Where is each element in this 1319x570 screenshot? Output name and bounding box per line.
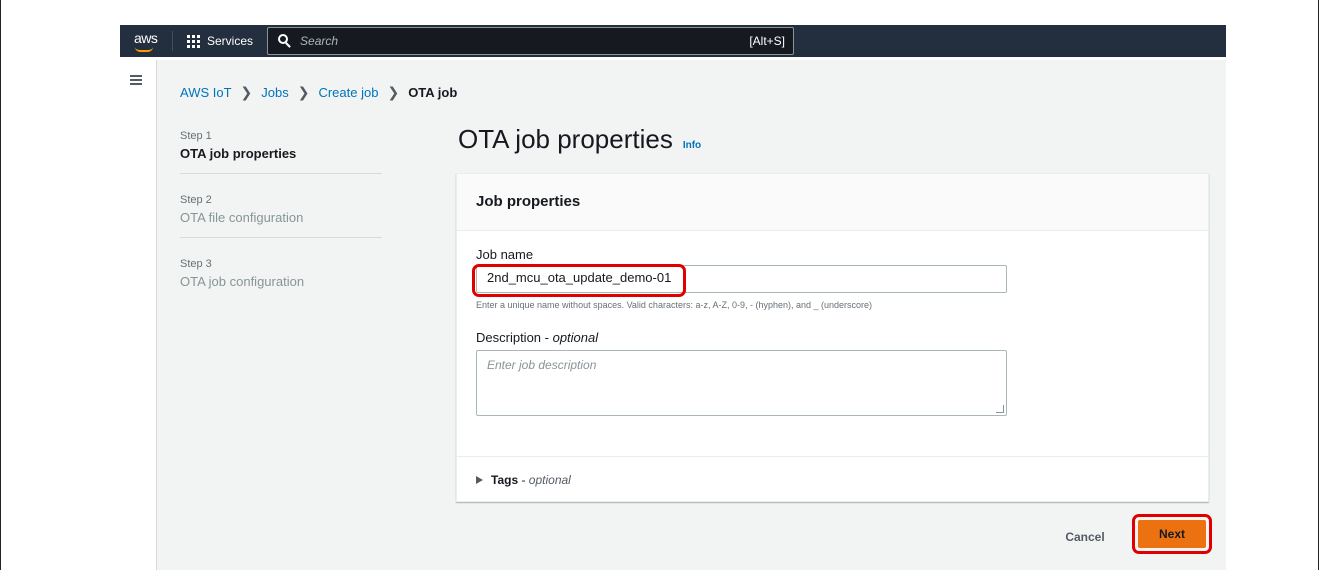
info-link[interactable]: Info — [683, 140, 701, 151]
breadcrumb-jobs[interactable]: Jobs — [261, 85, 288, 100]
cancel-button[interactable]: Cancel — [1050, 522, 1120, 552]
grid-icon — [187, 34, 200, 48]
step-title: OTA job properties — [180, 146, 297, 161]
services-label: Services — [207, 34, 254, 48]
tags-expander[interactable]: Tags - optional — [457, 456, 1208, 502]
step-title: OTA job configuration — [180, 274, 305, 289]
description-label-text: Description — [476, 330, 542, 345]
tags-label-text: Tags — [491, 472, 519, 487]
description-textarea[interactable]: Enter job description — [476, 350, 1007, 416]
aws-smile-icon — [135, 47, 153, 52]
breadcrumb: AWS IoT ❯ Jobs ❯ Create job ❯ OTA job — [180, 84, 457, 101]
wizard-step-3: Step 3 OTA job configuration — [180, 258, 382, 301]
breadcrumb-current: OTA job — [408, 85, 458, 100]
wizard-step-2: Step 2 OTA file configuration — [180, 194, 382, 237]
side-rail-divider — [156, 60, 157, 570]
breadcrumb-create-job[interactable]: Create job — [318, 85, 378, 100]
step-divider — [180, 173, 382, 174]
step-divider — [180, 237, 382, 238]
step-number: Step 3 — [180, 258, 212, 270]
step-title: OTA file configuration — [180, 210, 304, 225]
nav-divider — [172, 31, 173, 51]
description-label: Description - optional — [476, 330, 599, 345]
job-properties-panel: Job properties Job name 2nd_mcu_ota_upda… — [456, 173, 1209, 502]
services-menu-button[interactable]: Services — [179, 25, 263, 57]
job-name-hint: Enter a unique name without spaces. Vali… — [476, 300, 873, 310]
next-button[interactable]: Next — [1138, 520, 1206, 548]
panel-body: Job name 2nd_mcu_ota_update_demo-01 Ente… — [457, 231, 1208, 416]
chevron-right-icon: ❯ — [387, 84, 400, 100]
menu-icon[interactable] — [130, 75, 142, 86]
page-title: OTA job properties — [458, 124, 673, 154]
next-button-highlight: Next — [1132, 514, 1212, 554]
page-header: OTA job properties Info — [458, 124, 701, 155]
breadcrumb-aws-iot[interactable]: AWS IoT — [180, 85, 232, 100]
wizard-steps: Step 1 OTA job properties Step 2 OTA fil… — [180, 130, 382, 301]
panel-title: Job properties — [457, 174, 1208, 231]
job-name-label: Job name — [476, 247, 534, 262]
description-placeholder: Enter job description — [487, 358, 597, 372]
search-shortcut: [Alt+S] — [749, 34, 786, 48]
chevron-right-icon: ❯ — [240, 84, 253, 100]
aws-logo[interactable]: aws — [120, 25, 166, 57]
tags-label: Tags - optional — [491, 472, 571, 487]
step-number: Step 1 — [180, 130, 212, 142]
search-placeholder: Search — [300, 34, 339, 48]
search-input[interactable]: Search [Alt+S] — [267, 27, 795, 55]
tags-optional: optional — [528, 472, 571, 487]
resize-handle-icon[interactable] — [996, 405, 1004, 413]
search-icon — [278, 34, 292, 48]
top-navigation: aws Services Search [Alt+S] — [120, 25, 1226, 57]
job-name-highlight — [472, 264, 686, 297]
wizard-step-1: Step 1 OTA job properties — [180, 130, 382, 173]
aws-logo-text: aws — [134, 30, 158, 46]
caret-right-icon — [476, 475, 483, 484]
step-number: Step 2 — [180, 194, 212, 206]
description-optional: optional — [552, 330, 599, 345]
chevron-right-icon: ❯ — [297, 84, 310, 100]
